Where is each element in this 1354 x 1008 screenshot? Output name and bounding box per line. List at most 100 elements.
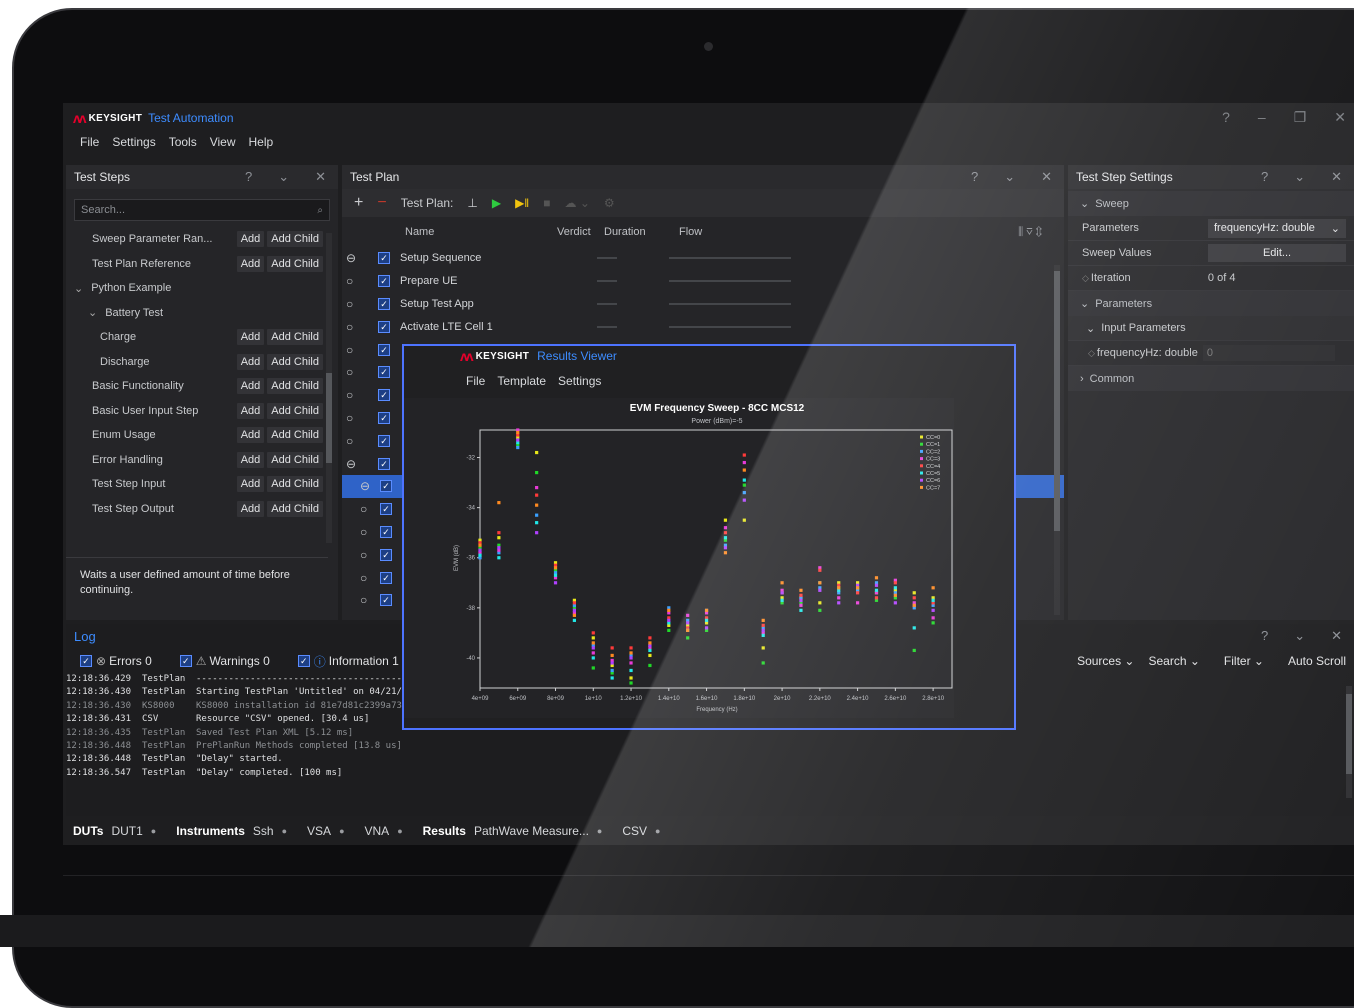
tree-node-icon[interactable]: ○	[342, 525, 380, 539]
step-item[interactable]: Charge Add Add Child	[66, 325, 326, 350]
add-button[interactable]: Add	[236, 500, 265, 517]
add-button[interactable]: Add	[236, 255, 265, 272]
add-child-button[interactable]: Add Child	[267, 427, 323, 444]
break-icon[interactable]: ⊥	[467, 196, 477, 210]
menu-settings[interactable]: Settings	[112, 135, 155, 157]
frequency-input[interactable]: 0	[1202, 345, 1335, 361]
cloud-icon[interactable]: ☁ ⌄	[565, 196, 590, 210]
warnings-checkbox[interactable]: ✓	[179, 655, 192, 667]
enable-checkbox[interactable]: ✓	[380, 548, 392, 561]
enable-checkbox[interactable]: ✓	[380, 480, 392, 493]
enable-checkbox[interactable]: ✓	[378, 275, 390, 288]
enable-checkbox[interactable]: ✓	[378, 434, 390, 447]
common-section[interactable]: › Common	[1068, 366, 1354, 391]
vna-item[interactable]: VNA	[365, 824, 390, 838]
remove-icon[interactable]: −	[377, 194, 386, 212]
search-input[interactable]: Search... ⌕	[74, 199, 330, 221]
step-item[interactable]: Error Handling Add Add Child	[66, 448, 326, 473]
step-item[interactable]: Basic Functionality Add Add Child	[66, 374, 326, 399]
tree-node-icon[interactable]: ○	[342, 365, 366, 379]
tree-node-icon[interactable]: ○	[342, 343, 366, 357]
col-verdict[interactable]: Verdict	[557, 226, 604, 238]
enable-checkbox[interactable]: ✓	[380, 503, 392, 516]
help-icon[interactable]: ?	[971, 169, 978, 185]
scrollbar-thumb[interactable]	[1346, 694, 1352, 774]
add-button[interactable]: Add	[236, 329, 265, 346]
tree-node-icon[interactable]: ⊖	[342, 479, 380, 493]
vsa-item[interactable]: VSA	[307, 824, 331, 838]
run-selected-icon[interactable]: ▶‖	[515, 196, 529, 210]
help-icon[interactable]: ?	[245, 169, 252, 185]
scrollbar[interactable]	[1054, 265, 1060, 615]
enable-checkbox[interactable]: ✓	[378, 389, 390, 402]
enable-checkbox[interactable]: ✓	[378, 366, 390, 379]
information-checkbox[interactable]: ✓	[297, 655, 310, 667]
close-icon[interactable]: ✕	[1334, 109, 1346, 126]
add-button[interactable]: Add	[236, 231, 265, 248]
enable-checkbox[interactable]: ✓	[380, 571, 392, 584]
tree-node-icon[interactable]: ○	[342, 320, 366, 334]
menu-view[interactable]: View	[210, 135, 236, 157]
tree-node-icon[interactable]: ○	[342, 434, 366, 448]
sweep-section[interactable]: ⌄ Sweep	[1068, 191, 1354, 216]
parameters-section[interactable]: ⌄ Parameters	[1068, 291, 1354, 316]
csv-item[interactable]: CSV	[622, 824, 647, 838]
add-child-button[interactable]: Add Child	[267, 500, 323, 517]
enable-checkbox[interactable]: ✓	[378, 457, 390, 470]
tree-node-icon[interactable]: ○	[342, 388, 366, 402]
add-child-button[interactable]: Add Child	[267, 451, 323, 468]
enable-checkbox[interactable]: ✓	[378, 343, 390, 356]
step-item[interactable]: Basic User Input Step Add Add Child	[66, 399, 326, 424]
input-parameters-row[interactable]: ⌄ Input Parameters	[1068, 316, 1354, 341]
col-name[interactable]: Name	[405, 226, 557, 238]
close-icon[interactable]: ✕	[1331, 628, 1342, 644]
tree-node-icon[interactable]: ⊖	[342, 251, 366, 265]
col-duration[interactable]: Duration	[604, 226, 679, 238]
menu-help[interactable]: Help	[249, 135, 274, 157]
add-child-button[interactable]: Add Child	[267, 402, 323, 419]
scrollbar[interactable]	[326, 233, 332, 543]
add-child-button[interactable]: Add Child	[267, 378, 323, 395]
columns-icon[interactable]: ⫼ ⊽ ⇳	[1018, 226, 1042, 239]
add-child-button[interactable]: Add Child	[267, 353, 323, 370]
add-button[interactable]: Add	[236, 476, 265, 493]
step-item[interactable]: ⌄ Python Example	[66, 276, 326, 301]
run-icon[interactable]: ▶	[492, 196, 501, 210]
close-icon[interactable]: ✕	[1331, 169, 1342, 185]
scrollbar[interactable]	[1346, 686, 1352, 798]
errors-checkbox[interactable]: ✓	[80, 655, 92, 667]
tree-node-icon[interactable]: ⊖	[342, 457, 366, 471]
enable-checkbox[interactable]: ✓	[378, 320, 390, 333]
test-plan-row[interactable]: ○ ✓ Activate LTE Cell 1	[342, 315, 1064, 338]
step-item[interactable]: Discharge Add Add Child	[66, 350, 326, 375]
step-item[interactable]: Test Step Output Add Add Child	[66, 497, 326, 522]
tree-node-icon[interactable]: ○	[342, 548, 380, 562]
menu-tools[interactable]: Tools	[169, 135, 197, 157]
dut1-item[interactable]: DUT1	[111, 824, 142, 838]
chevron-down-icon[interactable]: ⌄	[74, 282, 83, 295]
help-icon[interactable]: ?	[1261, 169, 1268, 185]
add-button[interactable]: Add	[236, 402, 265, 419]
parameters-dropdown[interactable]: frequencyHz: double ⌄	[1208, 218, 1346, 238]
chevron-down-icon[interactable]: ⌄	[88, 306, 97, 319]
step-item[interactable]: ⌄ Battery Test	[66, 301, 326, 326]
step-item[interactable]: Test Plan Reference Add Add Child	[66, 252, 326, 277]
chevron-down-icon[interactable]: ⌄	[1004, 169, 1015, 185]
add-child-button[interactable]: Add Child	[267, 255, 323, 272]
add-child-button[interactable]: Add Child	[267, 231, 323, 248]
tree-node-icon[interactable]: ○	[342, 502, 380, 516]
add-button[interactable]: Add	[236, 451, 265, 468]
test-plan-row[interactable]: ○ ✓ Prepare UE	[342, 270, 1064, 293]
scrollbar-thumb[interactable]	[1054, 271, 1060, 531]
add-button[interactable]: Add	[236, 378, 265, 395]
tree-node-icon[interactable]: ○	[342, 274, 366, 288]
enable-checkbox[interactable]: ✓	[378, 411, 390, 424]
minimize-icon[interactable]: –	[1258, 109, 1266, 126]
add-icon[interactable]: +	[354, 194, 363, 212]
chevron-down-icon[interactable]: ⌄	[1294, 628, 1305, 644]
help-icon[interactable]: ?	[1261, 628, 1268, 644]
step-item[interactable]: Sweep Parameter Ran... Add Add Child	[66, 227, 326, 252]
enable-checkbox[interactable]: ✓	[378, 252, 390, 265]
gear-icon[interactable]: ⚙	[604, 196, 615, 210]
test-plan-row[interactable]: ○ ✓ Setup Test App	[342, 293, 1064, 316]
